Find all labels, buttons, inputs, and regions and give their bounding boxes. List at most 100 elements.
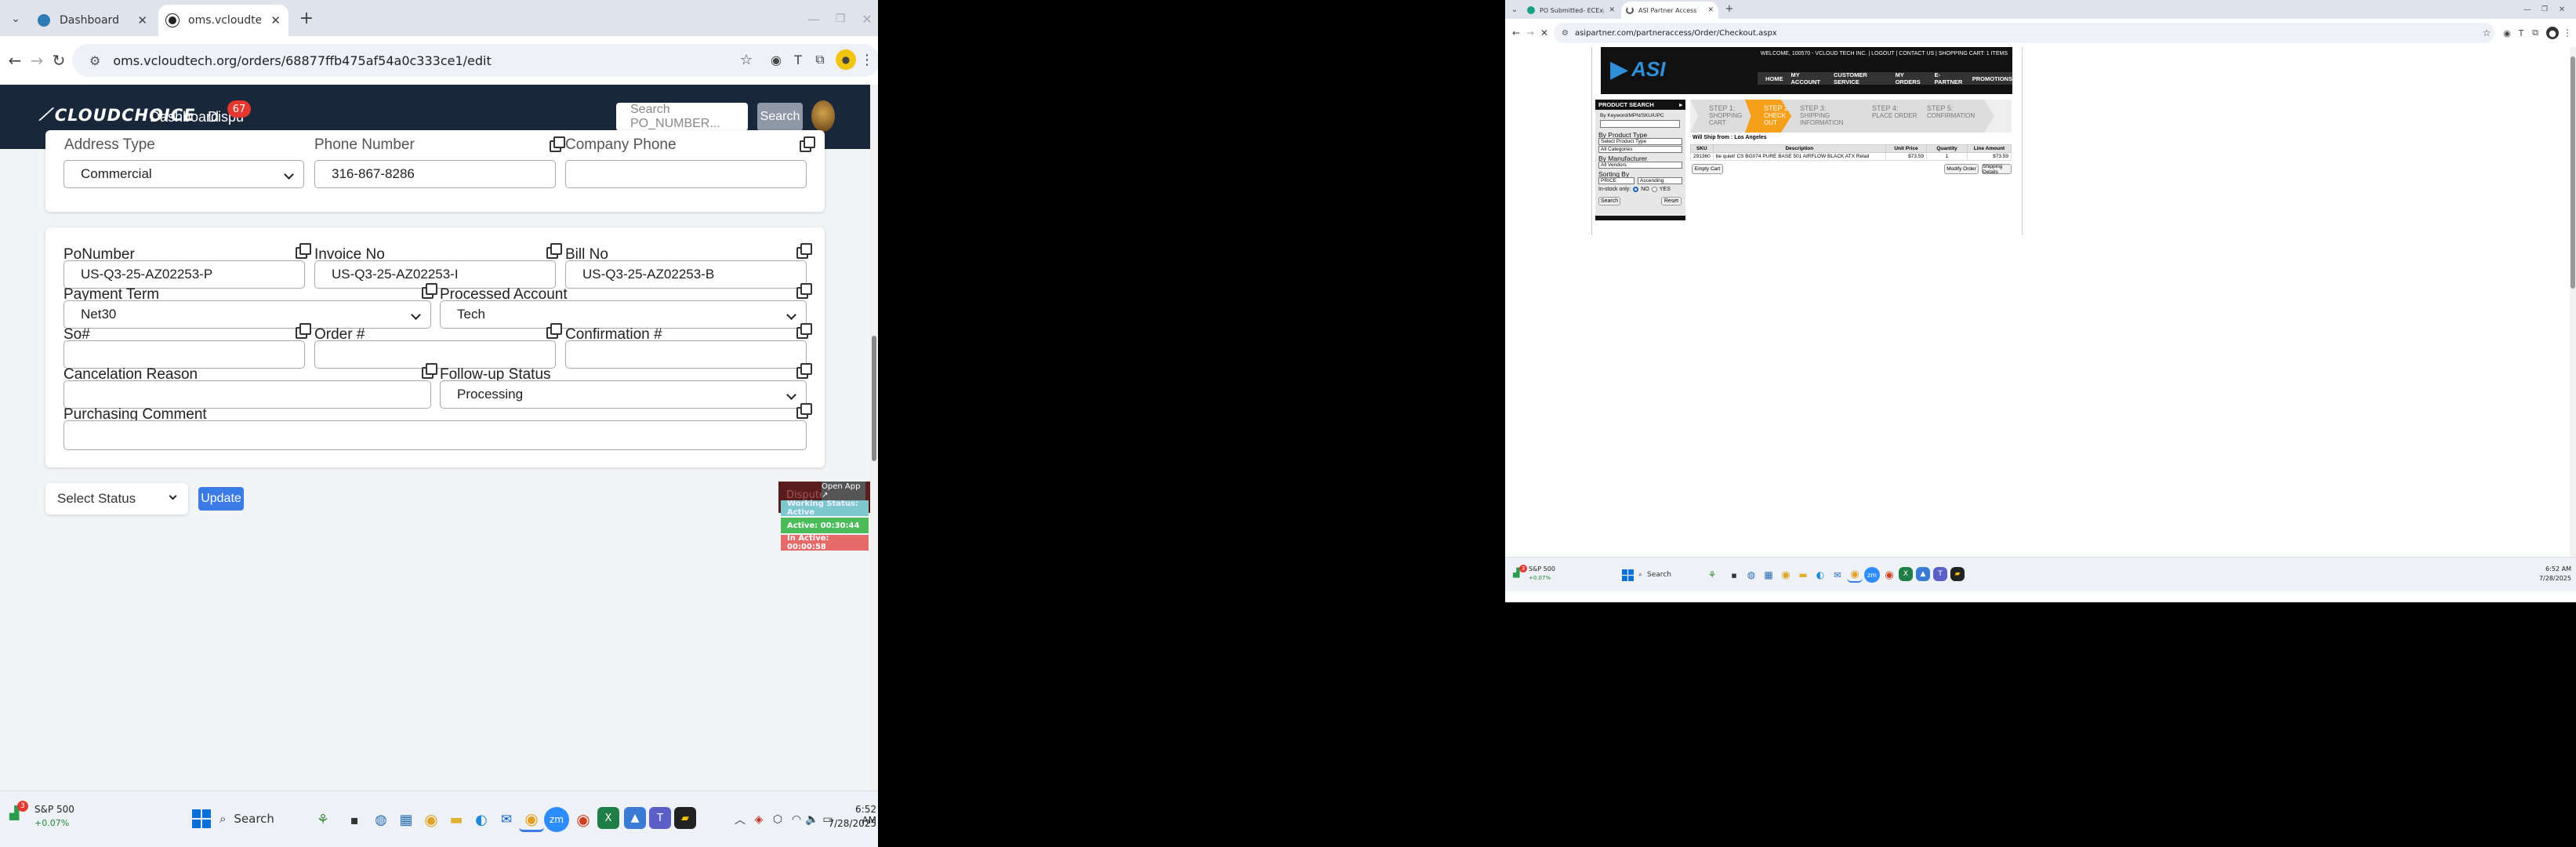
asi-search-button[interactable]: Search <box>1598 197 1620 205</box>
bill-input[interactable]: US-Q3-25-AZ02253-B <box>565 260 807 289</box>
bookmark-star-icon[interactable]: ☆ <box>2480 27 2493 39</box>
minimize-icon[interactable]: — <box>2521 3 2534 16</box>
shipping-details-button[interactable]: Shipping Details <box>1982 164 2012 175</box>
menu-kebab-icon[interactable]: ⋮ <box>859 50 875 69</box>
so-input[interactable] <box>63 340 305 369</box>
asi-reset-button[interactable]: Reset <box>1661 197 1682 205</box>
close-window-icon[interactable]: ✕ <box>2556 3 2568 16</box>
close-icon[interactable]: ✕ <box>1707 6 1714 14</box>
asi-nav-e-partner[interactable]: E-PARTNER <box>1935 71 1965 85</box>
folder-icon[interactable]: ▬ <box>1795 567 1811 583</box>
calculator-icon[interactable]: ▦ <box>394 807 419 832</box>
back-icon[interactable]: ← <box>1510 27 1522 39</box>
po-search-button[interactable]: Search <box>757 103 803 131</box>
photos-icon[interactable]: ▲ <box>1916 567 1930 581</box>
reload-icon[interactable]: ↻ <box>49 50 69 71</box>
site-info-icon[interactable]: ⚙ <box>1562 29 1569 38</box>
puzzle-icon[interactable]: ⧉ <box>2529 27 2542 39</box>
scrollbar-thumb[interactable] <box>872 336 876 461</box>
reader-icon[interactable]: T <box>2515 27 2527 39</box>
right-scrollbar-thumb[interactable] <box>2571 56 2575 289</box>
photos-icon[interactable]: ▲ <box>624 807 646 829</box>
forward-icon[interactable]: → <box>1524 27 1537 39</box>
copy-icon[interactable] <box>296 323 311 339</box>
tray-vpn-icon[interactable]: ⬡ <box>770 810 785 829</box>
asi-nav-my-account[interactable]: MY ACCOUNT <box>1791 71 1827 85</box>
outlook-icon[interactable]: ✉ <box>1830 567 1845 583</box>
asi-nav-my-orders[interactable]: MY ORDERS <box>1896 71 1927 85</box>
forward-icon[interactable]: → <box>27 50 47 71</box>
po-search-input[interactable]: Search PO_NUMBER... <box>616 103 748 131</box>
status-select[interactable]: Select Status <box>45 483 188 514</box>
menu-kebab-icon[interactable]: ⋮ <box>2562 27 2573 39</box>
copy-icon[interactable] <box>800 136 815 152</box>
copy-icon[interactable] <box>422 283 437 299</box>
chrome-profile-icon[interactable]: ◉ <box>1881 567 1897 583</box>
site-info-icon[interactable]: ⚙ <box>89 53 100 68</box>
copy-icon[interactable] <box>796 243 812 259</box>
clock-date[interactable]: 7/28/2025 <box>823 818 876 829</box>
restore-icon[interactable]: ❐ <box>831 9 850 28</box>
zoom-icon[interactable]: zm <box>1864 567 1880 583</box>
tab-po-submitted[interactable]: PO Submitted- ECExpress - TD ✕ <box>1522 2 1620 19</box>
address-bar[interactable]: ⚙ asipartner.com/partneraccess/Order/Che… <box>1554 23 2494 43</box>
bookmark-star-icon[interactable]: ☆ <box>737 50 756 69</box>
chrome-icon[interactable]: ◉ <box>1778 567 1794 583</box>
copy-icon[interactable] <box>296 243 311 259</box>
stop-loading-icon[interactable]: ✕ <box>1538 27 1551 39</box>
restore-icon[interactable]: ❐ <box>2538 3 2551 16</box>
confirmation-input[interactable] <box>565 340 807 369</box>
clock-date[interactable]: 7/28/2025 <box>2524 575 2571 582</box>
puzzle-icon[interactable]: ⧉ <box>811 50 829 69</box>
chrome-profile-icon[interactable]: ◉ <box>571 807 596 832</box>
asi-logo[interactable]: ▶ ASI <box>1610 56 1665 82</box>
address-bar[interactable]: ⚙ oms.vcloudtech.org/orders/68877ffb475a… <box>72 44 880 77</box>
open-app-button[interactable]: Open App ↗ <box>822 482 865 500</box>
copy-icon[interactable] <box>546 243 562 259</box>
task-view-icon[interactable]: ▪ <box>342 807 367 832</box>
plant-icon[interactable]: ⚘ <box>312 809 334 831</box>
tray-app-icon[interactable]: ◈ <box>751 810 767 829</box>
company-phone-input[interactable] <box>565 160 807 188</box>
chrome-icon[interactable]: ◉ <box>419 807 444 832</box>
sticky-app-icon[interactable]: ▰ <box>674 807 696 829</box>
calculator-icon[interactable]: ▦ <box>1761 567 1776 583</box>
tab-search-icon[interactable]: ⌄ <box>6 9 25 28</box>
manufacturer-select[interactable]: All Vendors <box>1598 162 1682 169</box>
wifi-icon[interactable]: ◠ <box>789 810 804 829</box>
close-icon[interactable]: ✕ <box>270 13 281 27</box>
asi-nav-customer-service[interactable]: CUSTOMER SERVICE <box>1834 71 1888 85</box>
app-globe-icon[interactable]: ◍ <box>1743 567 1759 583</box>
copy-icon[interactable] <box>796 283 812 299</box>
excel-icon[interactable]: X <box>1899 567 1913 581</box>
tray-chevron-icon[interactable]: ︿ <box>732 810 748 829</box>
empty-cart-button[interactable]: Empty Cart <box>1692 164 1723 174</box>
modify-order-button[interactable]: Modify Order <box>1944 164 1979 174</box>
copy-icon[interactable] <box>796 363 812 379</box>
stock-widget[interactable]: ▟ 3 <box>9 801 33 824</box>
asi-nav-home[interactable]: HOME <box>1765 75 1783 82</box>
back-icon[interactable]: ← <box>5 50 25 71</box>
right-scrollbar[interactable] <box>2570 47 2576 557</box>
excel-icon[interactable]: X <box>597 807 619 829</box>
copy-icon[interactable] <box>546 323 562 339</box>
po-number-input[interactable]: US-Q3-25-AZ02253-P <box>63 260 305 289</box>
user-avatar[interactable] <box>811 100 835 132</box>
start-button[interactable] <box>188 805 215 832</box>
profile-icon[interactable]: ● <box>836 49 856 70</box>
copy-icon[interactable] <box>796 403 812 419</box>
category-select[interactable]: All Categories <box>1598 146 1682 153</box>
outlook-icon[interactable]: ✉ <box>494 807 519 832</box>
phone-input[interactable]: 316-867-8286 <box>314 160 556 188</box>
minimize-icon[interactable]: — <box>804 9 823 28</box>
edge-icon[interactable]: ◐ <box>1812 567 1828 583</box>
sort-field-select[interactable]: PRICE <box>1598 177 1634 184</box>
zoom-icon[interactable]: zm <box>544 807 569 832</box>
plant-icon[interactable]: ⚘ <box>1704 567 1720 583</box>
volume-icon[interactable]: 🔈 <box>804 810 820 829</box>
tab-orders-edit[interactable]: oms.vcloudtech.org/orders/68 ✕ <box>158 5 288 36</box>
extension-icon[interactable]: ◉ <box>2501 27 2513 39</box>
close-icon[interactable]: ✕ <box>137 13 147 27</box>
chrome-active-icon[interactable]: ◉ <box>1847 567 1863 583</box>
cell-sku[interactable]: 291360 <box>1690 152 1714 161</box>
